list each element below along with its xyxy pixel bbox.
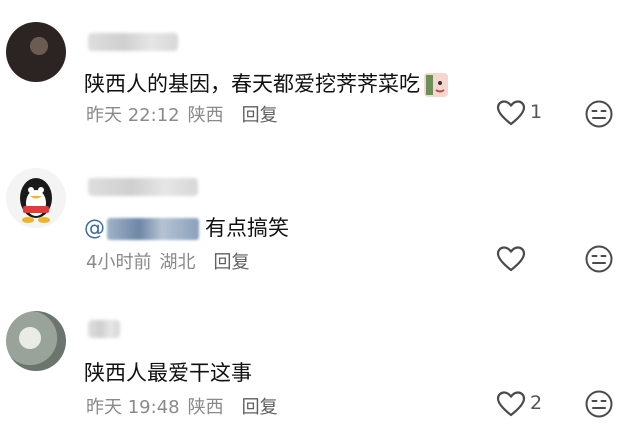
timestamp: 昨天 22:12 (86, 105, 180, 126)
comment-meta: 4小时前 湖北 回复 (86, 248, 249, 274)
reply-button[interactable]: 回复 (242, 397, 278, 418)
comment-text: 陕西人的基因，春天都爱挖荠荠菜吃 (84, 68, 452, 100)
avatar[interactable] (6, 311, 66, 371)
heart-outline-icon[interactable] (496, 245, 526, 273)
username-blurred[interactable] (88, 320, 120, 338)
heart-outline-icon[interactable] (496, 99, 526, 127)
comment-text: 陕西人最爱干这事 (84, 357, 252, 387)
neutral-face-icon[interactable] (584, 99, 614, 129)
timestamp: 昨天 19:48 (86, 397, 180, 418)
comment-body: 陕西人最爱干这事 (84, 361, 252, 385)
username-blurred[interactable] (88, 33, 178, 51)
sticker-icon (424, 73, 448, 97)
location: 陕西 (187, 397, 224, 418)
comment-body: 陕西人的基因，春天都爱挖荠荠菜吃 (84, 72, 420, 96)
mention-at[interactable]: @ (84, 216, 105, 240)
timestamp: 4小时前 (86, 252, 152, 273)
username-blurred[interactable] (88, 178, 198, 196)
mention-user-blurred[interactable] (107, 218, 199, 240)
comment-body: 有点搞笑 (205, 216, 289, 240)
reply-button[interactable]: 回复 (213, 252, 249, 273)
comment-text: @ 有点搞笑 (84, 212, 289, 242)
neutral-face-icon[interactable] (584, 389, 614, 419)
penguin-avatar-icon (20, 178, 52, 223)
location: 陕西 (187, 105, 224, 126)
reply-button[interactable]: 回复 (242, 105, 278, 126)
avatar[interactable] (6, 168, 66, 228)
heart-outline-icon[interactable] (496, 390, 526, 418)
like-count: 2 (530, 392, 543, 414)
comment-meta: 昨天 19:48 陕西 回复 (86, 393, 278, 419)
comment-meta: 昨天 22:12 陕西 回复 (86, 101, 278, 127)
like-count: 1 (530, 101, 543, 123)
avatar[interactable] (6, 22, 66, 82)
location: 湖北 (159, 252, 196, 273)
neutral-face-icon[interactable] (584, 244, 614, 274)
